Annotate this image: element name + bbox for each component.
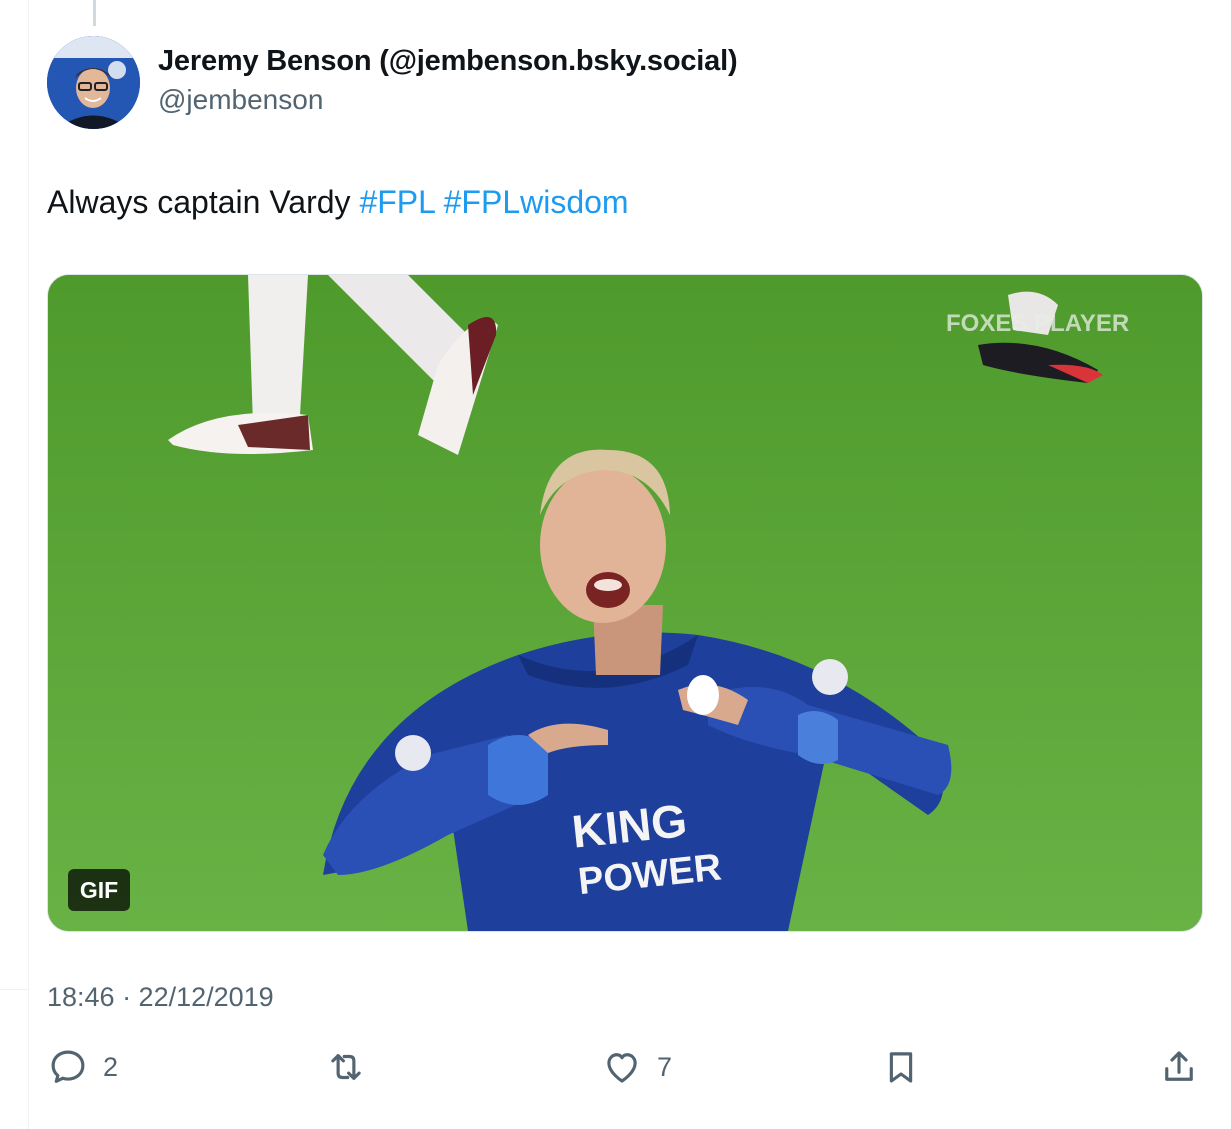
bookmark-button[interactable] [880, 1046, 922, 1088]
reply-count: 2 [103, 1051, 119, 1082]
author-handle[interactable]: @jembenson [158, 84, 323, 116]
thread-connector-line [93, 0, 96, 26]
gif-media[interactable]: FOXES PLAYER KING POWER GIF [47, 274, 1203, 932]
share-icon [1165, 1051, 1193, 1081]
gif-badge: GIF [68, 869, 130, 911]
hashtag-fplwisdom[interactable]: #FPLwisdom [444, 184, 629, 220]
hashtag-fpl[interactable]: #FPL [359, 184, 434, 220]
heart-icon [607, 1053, 637, 1083]
bookmark-icon [889, 1052, 913, 1083]
author-display-name[interactable]: Jeremy Benson (@jembenson.bsky.social) [158, 45, 738, 78]
gif-frame: FOXES PLAYER KING POWER [48, 275, 1202, 931]
tweet-text: Always captain Vardy #FPL #FPLwisdom [47, 184, 629, 221]
reply-icon [51, 1050, 85, 1083]
thread-divider [28, 0, 29, 1129]
avatar[interactable] [47, 36, 140, 129]
reply-button[interactable]: 2 [47, 1046, 118, 1088]
retweet-button[interactable] [325, 1046, 381, 1088]
tweet-text-body: Always captain Vardy [47, 184, 351, 220]
share-button[interactable] [1158, 1046, 1200, 1088]
profile-avatar-icon [47, 36, 140, 129]
section-divider [0, 989, 28, 990]
retweet-icon [331, 1054, 361, 1080]
tweet-timestamp[interactable]: 18:46 · 22/12/2019 [47, 982, 274, 1013]
like-button[interactable]: 7 [601, 1046, 672, 1088]
like-count: 7 [657, 1051, 673, 1082]
watermark-text: FOXES PLAYER [946, 310, 1129, 337]
